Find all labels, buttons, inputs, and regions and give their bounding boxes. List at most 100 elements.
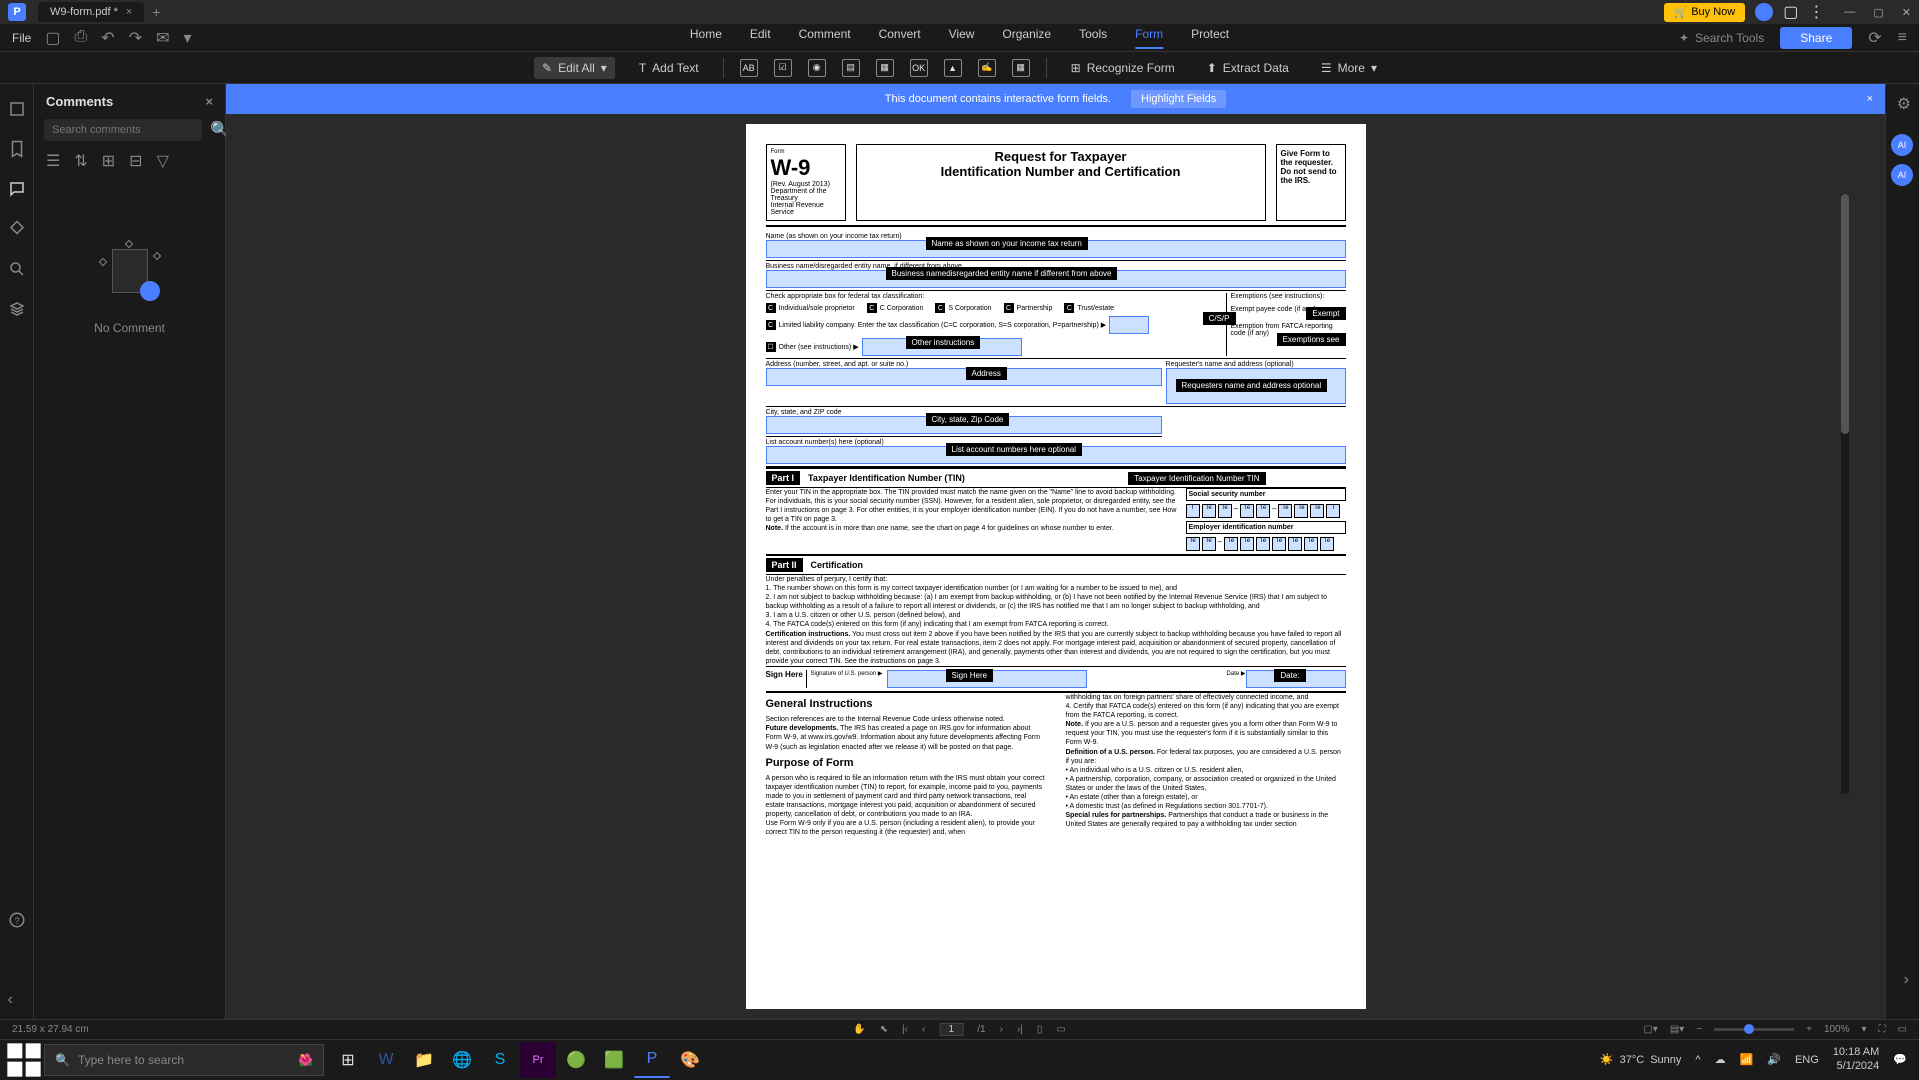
zoom-slider[interactable] (1714, 1028, 1794, 1031)
ein-box[interactable]: Te (1186, 537, 1200, 551)
thumbnails-icon[interactable] (8, 100, 26, 118)
cb-partnership[interactable]: C (1004, 303, 1014, 313)
paint-icon[interactable]: 🎨 (672, 1042, 708, 1078)
hand-tool-icon[interactable]: ✋ (853, 1024, 865, 1035)
pdfelement-icon[interactable]: P (634, 1042, 670, 1078)
menu-comment[interactable]: Comment (799, 27, 851, 49)
chrome-icon[interactable]: 🌐 (444, 1042, 480, 1078)
premiere-icon[interactable]: Pr (520, 1042, 556, 1078)
prev-page-icon[interactable]: ‹ (922, 1024, 925, 1035)
cb-llc[interactable]: C (766, 320, 776, 330)
menu-edit[interactable]: Edit (750, 27, 771, 49)
banner-close-icon[interactable]: × (1867, 93, 1873, 105)
ai-badge[interactable]: AI (1891, 134, 1913, 156)
filter-4-icon[interactable]: ▽ (157, 151, 169, 171)
attachments-icon[interactable] (8, 220, 26, 238)
panel-close-icon[interactable]: × (205, 94, 213, 109)
sync-icon[interactable]: ⟳ (1868, 28, 1881, 48)
image-icon[interactable]: ▲ (944, 59, 962, 77)
properties-icon[interactable]: ⚙ (1897, 94, 1911, 114)
cb-other[interactable]: ☐ (766, 342, 776, 352)
comments-icon[interactable] (8, 180, 26, 198)
menu-organize[interactable]: Organize (1002, 27, 1051, 49)
cb-ccorp[interactable]: C (867, 303, 877, 313)
clock[interactable]: 10:18 AM 5/1/2024 (1833, 1046, 1879, 1072)
cb-scorp[interactable]: C (935, 303, 945, 313)
cb-individual[interactable]: C (766, 303, 776, 313)
tab-close-icon[interactable]: × (126, 6, 132, 18)
vertical-scrollbar[interactable] (1841, 194, 1849, 794)
radio-icon[interactable]: ◉ (808, 59, 826, 77)
filter-1-icon[interactable]: ⇅ (74, 151, 87, 171)
document-viewport[interactable]: Form W-9 (Rev. August 2013) Department o… (226, 114, 1885, 1019)
menu-tools[interactable]: Tools (1079, 27, 1107, 49)
kebab-menu-icon[interactable]: ⋮ (1808, 2, 1824, 22)
scrollbar-thumb[interactable] (1841, 194, 1849, 434)
user-avatar[interactable] (1755, 3, 1773, 21)
select-tool-icon[interactable]: ⬉ (880, 1024, 888, 1035)
notification-icon[interactable]: ▢ (1783, 2, 1798, 22)
start-button[interactable] (4, 1040, 44, 1080)
search-icon[interactable] (8, 260, 26, 278)
fit-width-icon[interactable]: ▢▾ (1643, 1024, 1657, 1035)
date-icon[interactable]: ▦ (1012, 59, 1030, 77)
filter-3-icon[interactable]: ⊟ (129, 151, 142, 171)
tray-chevron-icon[interactable]: ^ (1695, 1054, 1700, 1066)
checkbox-icon[interactable]: ☑ (774, 59, 792, 77)
app-green2-icon[interactable]: 🟩 (596, 1042, 632, 1078)
taskbar-search[interactable]: 🔍 Type here to search 🌺 (44, 1044, 324, 1076)
next-page-icon[interactable]: › (1000, 1024, 1003, 1035)
ssn-box[interactable]: I (1186, 504, 1200, 518)
explorer-icon[interactable]: 📁 (406, 1042, 442, 1078)
menu-convert[interactable]: Convert (879, 27, 921, 49)
word-icon[interactable]: W (368, 1042, 404, 1078)
close-icon[interactable]: ✕ (1902, 6, 1911, 19)
wifi-icon[interactable]: 📶 (1740, 1053, 1754, 1066)
notifications-icon[interactable]: 💬 (1893, 1053, 1907, 1066)
list-icon[interactable]: ▦ (876, 59, 894, 77)
settings-icon[interactable]: ≡ (1898, 29, 1907, 47)
single-page-icon[interactable]: ▯ (1037, 1024, 1043, 1035)
maximize-icon[interactable]: ▢ (1873, 6, 1883, 19)
app-icon[interactable]: P (8, 3, 26, 21)
comments-search-input[interactable] (44, 119, 202, 141)
menu-home[interactable]: Home (690, 27, 722, 49)
view-mode-icon[interactable]: ▤▾ (1670, 1024, 1684, 1035)
skype-icon[interactable]: S (482, 1042, 518, 1078)
share-button[interactable]: Share (1780, 27, 1852, 49)
weather-widget[interactable]: ☀️ 37°C Sunny (1600, 1053, 1681, 1066)
fullscreen-icon[interactable]: ⛶ (1879, 1024, 1886, 1035)
layers-icon[interactable] (8, 300, 26, 318)
zoom-level[interactable]: 100% (1824, 1024, 1850, 1035)
page-number-input[interactable] (939, 1023, 963, 1036)
app-green-icon[interactable]: 🟢 (558, 1042, 594, 1078)
edit-all-button[interactable]: ✎ Edit All ▾ (534, 57, 615, 79)
language-indicator[interactable]: ENG (1795, 1054, 1819, 1066)
continuous-icon[interactable]: ▭ (1056, 1024, 1065, 1035)
volume-icon[interactable]: 🔊 (1767, 1053, 1781, 1066)
mail-icon[interactable]: ✉ (156, 28, 169, 48)
menu-view[interactable]: View (949, 27, 975, 49)
menu-form[interactable]: Form (1135, 27, 1163, 49)
file-menu[interactable]: File (12, 31, 31, 45)
collapse-icon[interactable]: ‹ (8, 991, 26, 1009)
read-mode-icon[interactable]: ▭ (1898, 1024, 1907, 1035)
add-tab-icon[interactable]: + (152, 4, 160, 20)
chevron-down-icon[interactable]: ▾ (1862, 1024, 1867, 1035)
add-text-button[interactable]: T Add Text (631, 57, 707, 79)
more-button[interactable]: ☰ More ▾ (1313, 57, 1385, 79)
signature-icon[interactable]: ✍ (978, 59, 996, 77)
llc-class-field[interactable] (1109, 316, 1149, 334)
filter-2-icon[interactable]: ⊞ (102, 151, 115, 171)
cb-trust[interactable]: C (1064, 303, 1074, 313)
expand-icon[interactable]: › (1904, 971, 1909, 989)
first-page-icon[interactable]: |‹ (902, 1024, 908, 1035)
print-icon[interactable]: ⎙ (74, 28, 87, 48)
highlight-fields-button[interactable]: Highlight Fields (1131, 90, 1226, 108)
button-icon[interactable]: OK (910, 59, 928, 77)
task-view-icon[interactable]: ⊞ (330, 1042, 366, 1078)
zoom-in-icon[interactable]: + (1806, 1024, 1812, 1035)
zoom-out-icon[interactable]: − (1696, 1024, 1702, 1035)
combo-icon[interactable]: ▤ (842, 59, 860, 77)
extract-data-button[interactable]: ⬆ Extract Data (1199, 57, 1297, 79)
